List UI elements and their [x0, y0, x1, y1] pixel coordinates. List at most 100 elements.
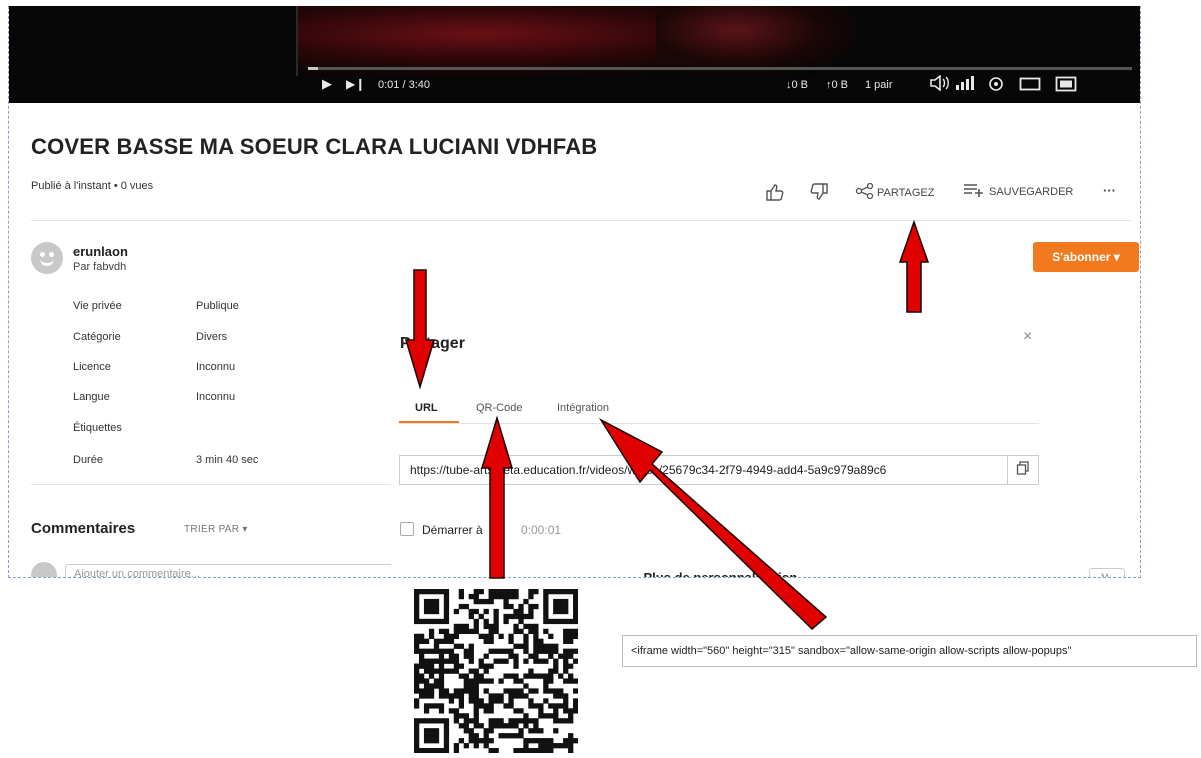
- qr-module: [414, 728, 420, 734]
- qr-module: [528, 613, 534, 620]
- qr-module: [528, 728, 534, 734]
- embed-code-field[interactable]: <iframe width="560" height="315" sandbox…: [622, 635, 1197, 667]
- qr-module: [493, 618, 499, 625]
- qr-module: [438, 618, 445, 625]
- share-url-field[interactable]: https://tube-arts.beta.education.fr/vide…: [399, 455, 1007, 485]
- qr-module: [423, 718, 430, 724]
- qr-module: [573, 703, 579, 709]
- qr-module: [523, 743, 529, 749]
- qr-module: [553, 589, 559, 595]
- qr-module: [573, 738, 579, 744]
- like-icon[interactable]: [765, 183, 785, 201]
- progress-bar[interactable]: [308, 67, 1132, 70]
- qr-module: [453, 628, 460, 635]
- qr-module: [553, 603, 559, 610]
- channel-name[interactable]: erunlaon: [73, 244, 128, 259]
- qr-module: [468, 643, 474, 649]
- qr-module: [453, 743, 460, 749]
- qr-module: [573, 598, 579, 605]
- qr-module: [458, 738, 464, 744]
- qr-module: [483, 608, 489, 615]
- qr-module: [513, 718, 519, 724]
- qr-module: [414, 733, 420, 739]
- qr-module: [493, 593, 499, 600]
- qr-module: [428, 608, 435, 615]
- qr-module: [483, 618, 489, 625]
- settings-icon[interactable]: [987, 75, 1005, 97]
- qr-module: [428, 618, 435, 625]
- qr-module: [483, 638, 489, 644]
- qr-module: [563, 618, 569, 625]
- qr-module: [423, 668, 430, 674]
- fullscreen-icon[interactable]: [1055, 76, 1077, 96]
- qr-module: [433, 703, 440, 709]
- play-icon[interactable]: ▶: [322, 77, 332, 91]
- qr-module: [508, 688, 514, 694]
- share-button[interactable]: PARTAGEZ: [855, 182, 934, 202]
- qr-module: [423, 683, 430, 689]
- channel-owner[interactable]: Par fabvdh: [73, 261, 126, 273]
- theater-icon[interactable]: [1019, 76, 1041, 96]
- qr-module: [503, 598, 509, 605]
- qr-module: [528, 608, 534, 615]
- qr-module: [443, 628, 450, 635]
- qr-module: [503, 593, 509, 600]
- qr-module: [473, 743, 479, 749]
- qr-module: [533, 718, 539, 724]
- more-customization-toggle[interactable]: ⌄ Plus de personnalisation: [629, 570, 797, 577]
- qr-module: [533, 658, 539, 664]
- qr-module: [543, 648, 549, 654]
- qr-module: [518, 613, 524, 620]
- qr-module: [438, 668, 445, 674]
- info-value[interactable]: Divers: [196, 331, 227, 343]
- video-player[interactable]: ▶ ▶❙ 0:01 / 3:40 ↓0 B ↑0 B 1 pair: [9, 6, 1140, 103]
- qr-module: [428, 728, 435, 734]
- close-icon[interactable]: ×: [1023, 328, 1032, 346]
- save-button[interactable]: SAUVEGARDER: [963, 183, 1073, 200]
- more-options-button[interactable]: ···: [1103, 183, 1116, 198]
- tab-qr-code[interactable]: QR-Code: [476, 402, 522, 414]
- qr-module: [503, 648, 509, 654]
- qr-module: [533, 723, 539, 729]
- qr-module: [513, 593, 519, 600]
- start-at-checkbox[interactable]: [400, 522, 414, 536]
- channel-avatar[interactable]: [31, 242, 63, 274]
- qr-module: [528, 653, 534, 659]
- qr-module: [533, 673, 539, 679]
- qr-module: [458, 603, 464, 610]
- qr-module: [568, 628, 574, 635]
- subscribe-button[interactable]: S'abonner ▾: [1033, 242, 1139, 272]
- qr-module: [458, 693, 464, 699]
- start-time-input[interactable]: 0:00:01: [521, 523, 561, 537]
- qr-module: [433, 718, 440, 724]
- volume-icon[interactable]: [929, 74, 951, 95]
- tab-integration[interactable]: Intégration: [557, 402, 609, 414]
- qr-module: [563, 703, 569, 709]
- qr-module: [478, 738, 484, 744]
- qr-module: [473, 683, 479, 689]
- qr-module: [523, 613, 529, 620]
- qr-module: [463, 728, 469, 734]
- qr-module: [528, 698, 534, 704]
- dislike-icon[interactable]: [809, 183, 829, 201]
- qr-module: [473, 708, 479, 714]
- qr-module: [498, 593, 504, 600]
- qr-module: [468, 593, 474, 600]
- qr-module: [558, 603, 564, 610]
- qr-module: [473, 688, 479, 694]
- qr-module: [443, 603, 450, 610]
- qr-module: [453, 668, 460, 674]
- tab-url[interactable]: URL: [415, 402, 438, 414]
- qr-module: [463, 688, 469, 694]
- qr-module: [448, 648, 455, 654]
- qr-module: [548, 668, 554, 674]
- next-icon[interactable]: ▶❙: [346, 77, 365, 91]
- qr-module: [538, 713, 544, 719]
- qr-module: [473, 628, 479, 635]
- copy-button[interactable]: [1007, 455, 1039, 485]
- qr-module: [488, 598, 494, 605]
- comment-input[interactable]: Ajouter un commentaire...: [65, 564, 395, 577]
- sort-dropdown[interactable]: TRIER PAR ▾: [184, 524, 248, 535]
- qr-module: [433, 733, 440, 739]
- avatar-mouth: [40, 259, 54, 266]
